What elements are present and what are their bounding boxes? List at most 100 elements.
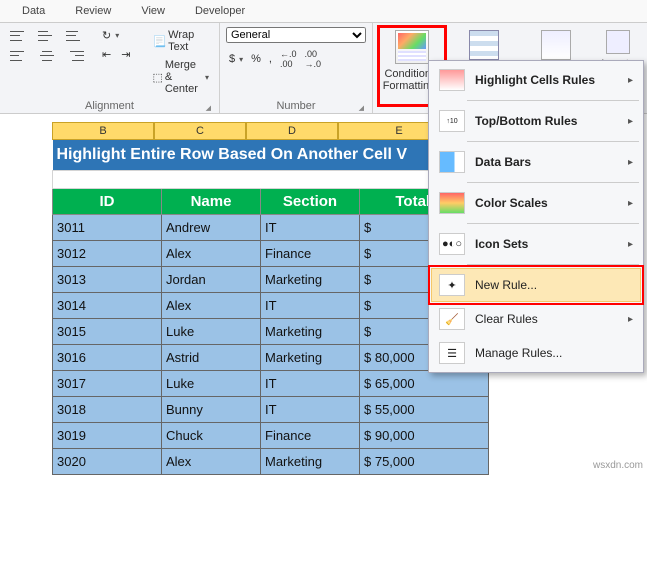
data-table: Highlight Entire Row Based On Another Ce… xyxy=(52,140,489,475)
col-header-d[interactable]: D xyxy=(246,122,338,140)
cell-section[interactable]: Marketing xyxy=(261,319,360,345)
conditional-formatting-icon xyxy=(395,30,429,64)
group-alignment-label: Alignment xyxy=(6,98,213,113)
cell-total[interactable]: $ 65,000 xyxy=(360,371,489,397)
align-bottom-button[interactable] xyxy=(62,27,88,45)
cell-section[interactable]: IT xyxy=(261,397,360,423)
menu-highlight-cells-rules[interactable]: Highlight Cells Rules xyxy=(431,63,641,97)
wrap-text-label: Wrap Text xyxy=(168,29,209,53)
cell-name[interactable]: Bunny xyxy=(162,397,261,423)
menu-databars-label: Data Bars xyxy=(475,155,531,169)
clear-rules-icon: 🧹 xyxy=(439,308,465,330)
cell-section[interactable]: Marketing xyxy=(261,449,360,475)
cell-section[interactable]: Marketing xyxy=(261,267,360,293)
menu-colorscales-label: Color Scales xyxy=(475,196,548,210)
number-format-select[interactable]: General xyxy=(226,27,366,43)
cell-id[interactable]: 3018 xyxy=(53,397,162,423)
increase-decimal-button[interactable]: ←.0.00 xyxy=(277,47,300,71)
tab-developer[interactable]: Developer xyxy=(181,2,259,20)
cell-section[interactable]: Marketing xyxy=(261,345,360,371)
menu-separator xyxy=(467,141,639,142)
manage-rules-icon: ☰ xyxy=(439,342,465,364)
cell-id[interactable]: 3016 xyxy=(53,345,162,371)
cell-id[interactable]: 3017 xyxy=(53,371,162,397)
comma-button[interactable]: , xyxy=(266,51,275,67)
cell-section[interactable]: IT xyxy=(261,215,360,241)
align-middle-button[interactable] xyxy=(34,27,60,45)
data-bars-icon xyxy=(439,151,465,173)
col-header-b[interactable]: B xyxy=(52,122,154,140)
orientation-button[interactable]: ↻ xyxy=(98,27,123,44)
decrease-decimal-button[interactable]: .00→.0 xyxy=(302,47,325,71)
cell-styles-icon xyxy=(541,30,571,60)
menu-data-bars[interactable]: Data Bars xyxy=(431,145,641,179)
menu-color-scales[interactable]: Color Scales xyxy=(431,186,641,220)
decrease-indent-button[interactable]: ⇤ xyxy=(98,46,115,63)
format-as-table-icon xyxy=(469,30,499,60)
increase-indent-button[interactable]: ⇥ xyxy=(117,46,134,63)
top-bottom-icon: ↑10 xyxy=(439,110,465,132)
tab-view[interactable]: View xyxy=(127,2,179,20)
group-alignment: ↻ ⇤ ⇥ 📃 Wrap Text ⬚ Merge & Center Align… xyxy=(0,23,220,113)
align-top-button[interactable] xyxy=(6,27,32,45)
menu-separator xyxy=(467,223,639,224)
col-header-c[interactable]: C xyxy=(154,122,246,140)
color-scales-icon xyxy=(439,192,465,214)
menu-clear-rules[interactable]: 🧹 Clear Rules xyxy=(431,302,641,336)
tab-review[interactable]: Review xyxy=(61,2,125,20)
percent-button[interactable]: % xyxy=(248,51,264,67)
tab-data[interactable]: Data xyxy=(8,2,59,20)
merge-center-label: Merge & Center xyxy=(165,59,201,95)
ribbon: ↻ ⇤ ⇥ 📃 Wrap Text ⬚ Merge & Center Align… xyxy=(0,23,647,114)
align-center-button[interactable] xyxy=(34,47,60,65)
cell-name[interactable]: Luke xyxy=(162,371,261,397)
cell-id[interactable]: 3013 xyxy=(53,267,162,293)
cell-section[interactable]: IT xyxy=(261,371,360,397)
cell-id[interactable]: 3011 xyxy=(53,215,162,241)
currency-button[interactable]: $ xyxy=(226,51,246,67)
cell-name[interactable]: Alex xyxy=(162,449,261,475)
menu-separator xyxy=(467,100,639,101)
new-rule-icon: ✦ xyxy=(439,274,465,296)
menu-iconsets-label: Icon Sets xyxy=(475,237,528,251)
conditional-formatting-menu: Highlight Cells Rules ↑10 Top/Bottom Rul… xyxy=(428,60,644,373)
menu-separator xyxy=(467,182,639,183)
menu-top-bottom-rules[interactable]: ↑10 Top/Bottom Rules xyxy=(431,104,641,138)
cell-total[interactable]: $ 75,000 xyxy=(360,449,489,475)
header-section: Section xyxy=(261,189,360,215)
cell-name[interactable]: Andrew xyxy=(162,215,261,241)
cell-total[interactable]: $ 55,000 xyxy=(360,397,489,423)
header-name: Name xyxy=(162,189,261,215)
align-right-button[interactable] xyxy=(62,47,88,65)
menu-topbottom-label: Top/Bottom Rules xyxy=(475,114,577,128)
header-id: ID xyxy=(53,189,162,215)
cell-name[interactable]: Jordan xyxy=(162,267,261,293)
icon-sets-icon: ●◐○ xyxy=(439,233,465,255)
align-left-button[interactable] xyxy=(6,47,32,65)
cell-total[interactable]: $ 90,000 xyxy=(360,423,489,449)
cell-name[interactable]: Alex xyxy=(162,293,261,319)
merge-center-button[interactable]: ⬚ Merge & Center xyxy=(148,57,213,97)
cell-name[interactable]: Astrid xyxy=(162,345,261,371)
menu-highlight-label: Highlight Cells Rules xyxy=(475,73,595,87)
ribbon-tabs: Data Review View Developer xyxy=(0,0,647,23)
menu-new-rule[interactable]: ✦ New Rule... xyxy=(431,268,641,302)
menu-manage-rules[interactable]: ☰ Manage Rules... xyxy=(431,336,641,370)
insert-icon xyxy=(606,30,630,54)
cell-id[interactable]: 3020 xyxy=(53,449,162,475)
cell-section[interactable]: Finance xyxy=(261,423,360,449)
cell-name[interactable]: Alex xyxy=(162,241,261,267)
menu-clear-label: Clear Rules xyxy=(475,312,538,326)
cell-section[interactable]: IT xyxy=(261,293,360,319)
banner-title: Highlight Entire Row Based On Another Ce… xyxy=(53,140,489,171)
cell-id[interactable]: 3014 xyxy=(53,293,162,319)
cell-id[interactable]: 3019 xyxy=(53,423,162,449)
cell-section[interactable]: Finance xyxy=(261,241,360,267)
highlight-cells-icon xyxy=(439,69,465,91)
cell-id[interactable]: 3012 xyxy=(53,241,162,267)
wrap-text-button[interactable]: 📃 Wrap Text xyxy=(148,27,213,55)
cell-name[interactable]: Chuck xyxy=(162,423,261,449)
cell-name[interactable]: Luke xyxy=(162,319,261,345)
cell-id[interactable]: 3015 xyxy=(53,319,162,345)
menu-icon-sets[interactable]: ●◐○ Icon Sets xyxy=(431,227,641,261)
